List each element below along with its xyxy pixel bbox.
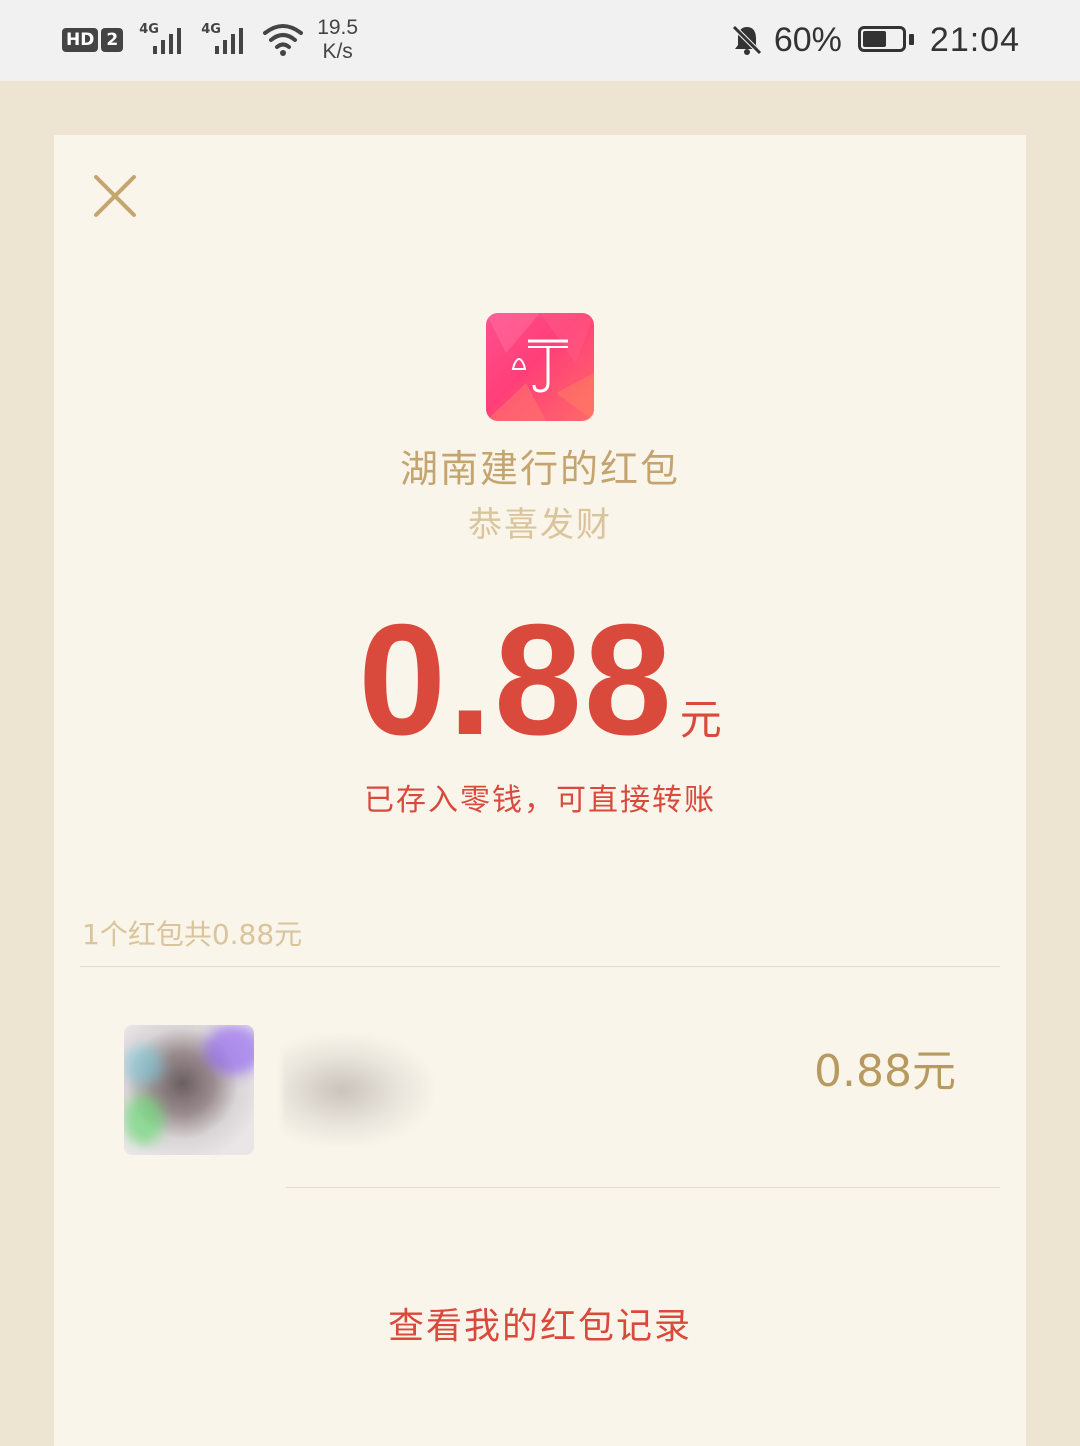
net-speed-value: 19.5: [317, 16, 359, 39]
signal-icon: 4G: [139, 22, 191, 58]
hd-icon: HD 2: [62, 28, 124, 52]
wifi-icon: [263, 24, 304, 56]
receiver-amount: 0.88元: [814, 1046, 956, 1097]
amount-value: 0.88: [358, 592, 674, 768]
packet-summary: 1个红包共0.88元: [82, 918, 303, 951]
avatar[interactable]: [124, 1025, 254, 1155]
net-speed-unit: K/s: [322, 40, 353, 63]
close-icon[interactable]: [90, 171, 140, 221]
sim-label: 2: [101, 28, 124, 52]
receiver-name-blurred: [282, 1035, 432, 1145]
app-logo-icon: [486, 313, 594, 421]
stored-note[interactable]: 已存入零钱，可直接转账: [54, 775, 1026, 819]
amount-display: 0.88 元: [54, 601, 1026, 759]
clock: 21:04: [929, 20, 1020, 59]
view-records-link[interactable]: 查看我的红包记录: [54, 1297, 1026, 1349]
status-left: HD 2 4G 4G 19.5 K/s: [62, 14, 358, 66]
mute-bell-icon: [732, 25, 762, 55]
greeting-text: 恭喜发财: [468, 505, 612, 545]
amount-unit: 元: [679, 695, 722, 744]
battery-percent: 60%: [773, 20, 842, 59]
status-right: 60% 21:04: [730, 14, 1020, 66]
battery-icon: [857, 26, 914, 54]
status-bar: HD 2 4G 4G 19.5 K/s 60% 21:04: [0, 0, 1080, 81]
signal-icon: 4G: [201, 22, 253, 58]
sender-title: 湖南建行的红包: [399, 447, 680, 491]
red-packet-detail-card: 湖南建行的红包 恭喜发财 0.88 元 已存入零钱，可直接转账 1个红包共0.88…: [54, 135, 1026, 1446]
receiver-row[interactable]: 0.88元: [54, 995, 1026, 1195]
divider: [80, 966, 1000, 967]
divider: [286, 1187, 1000, 1188]
net-speed: 19.5 K/s: [317, 16, 358, 64]
hd-label: HD: [62, 28, 99, 52]
